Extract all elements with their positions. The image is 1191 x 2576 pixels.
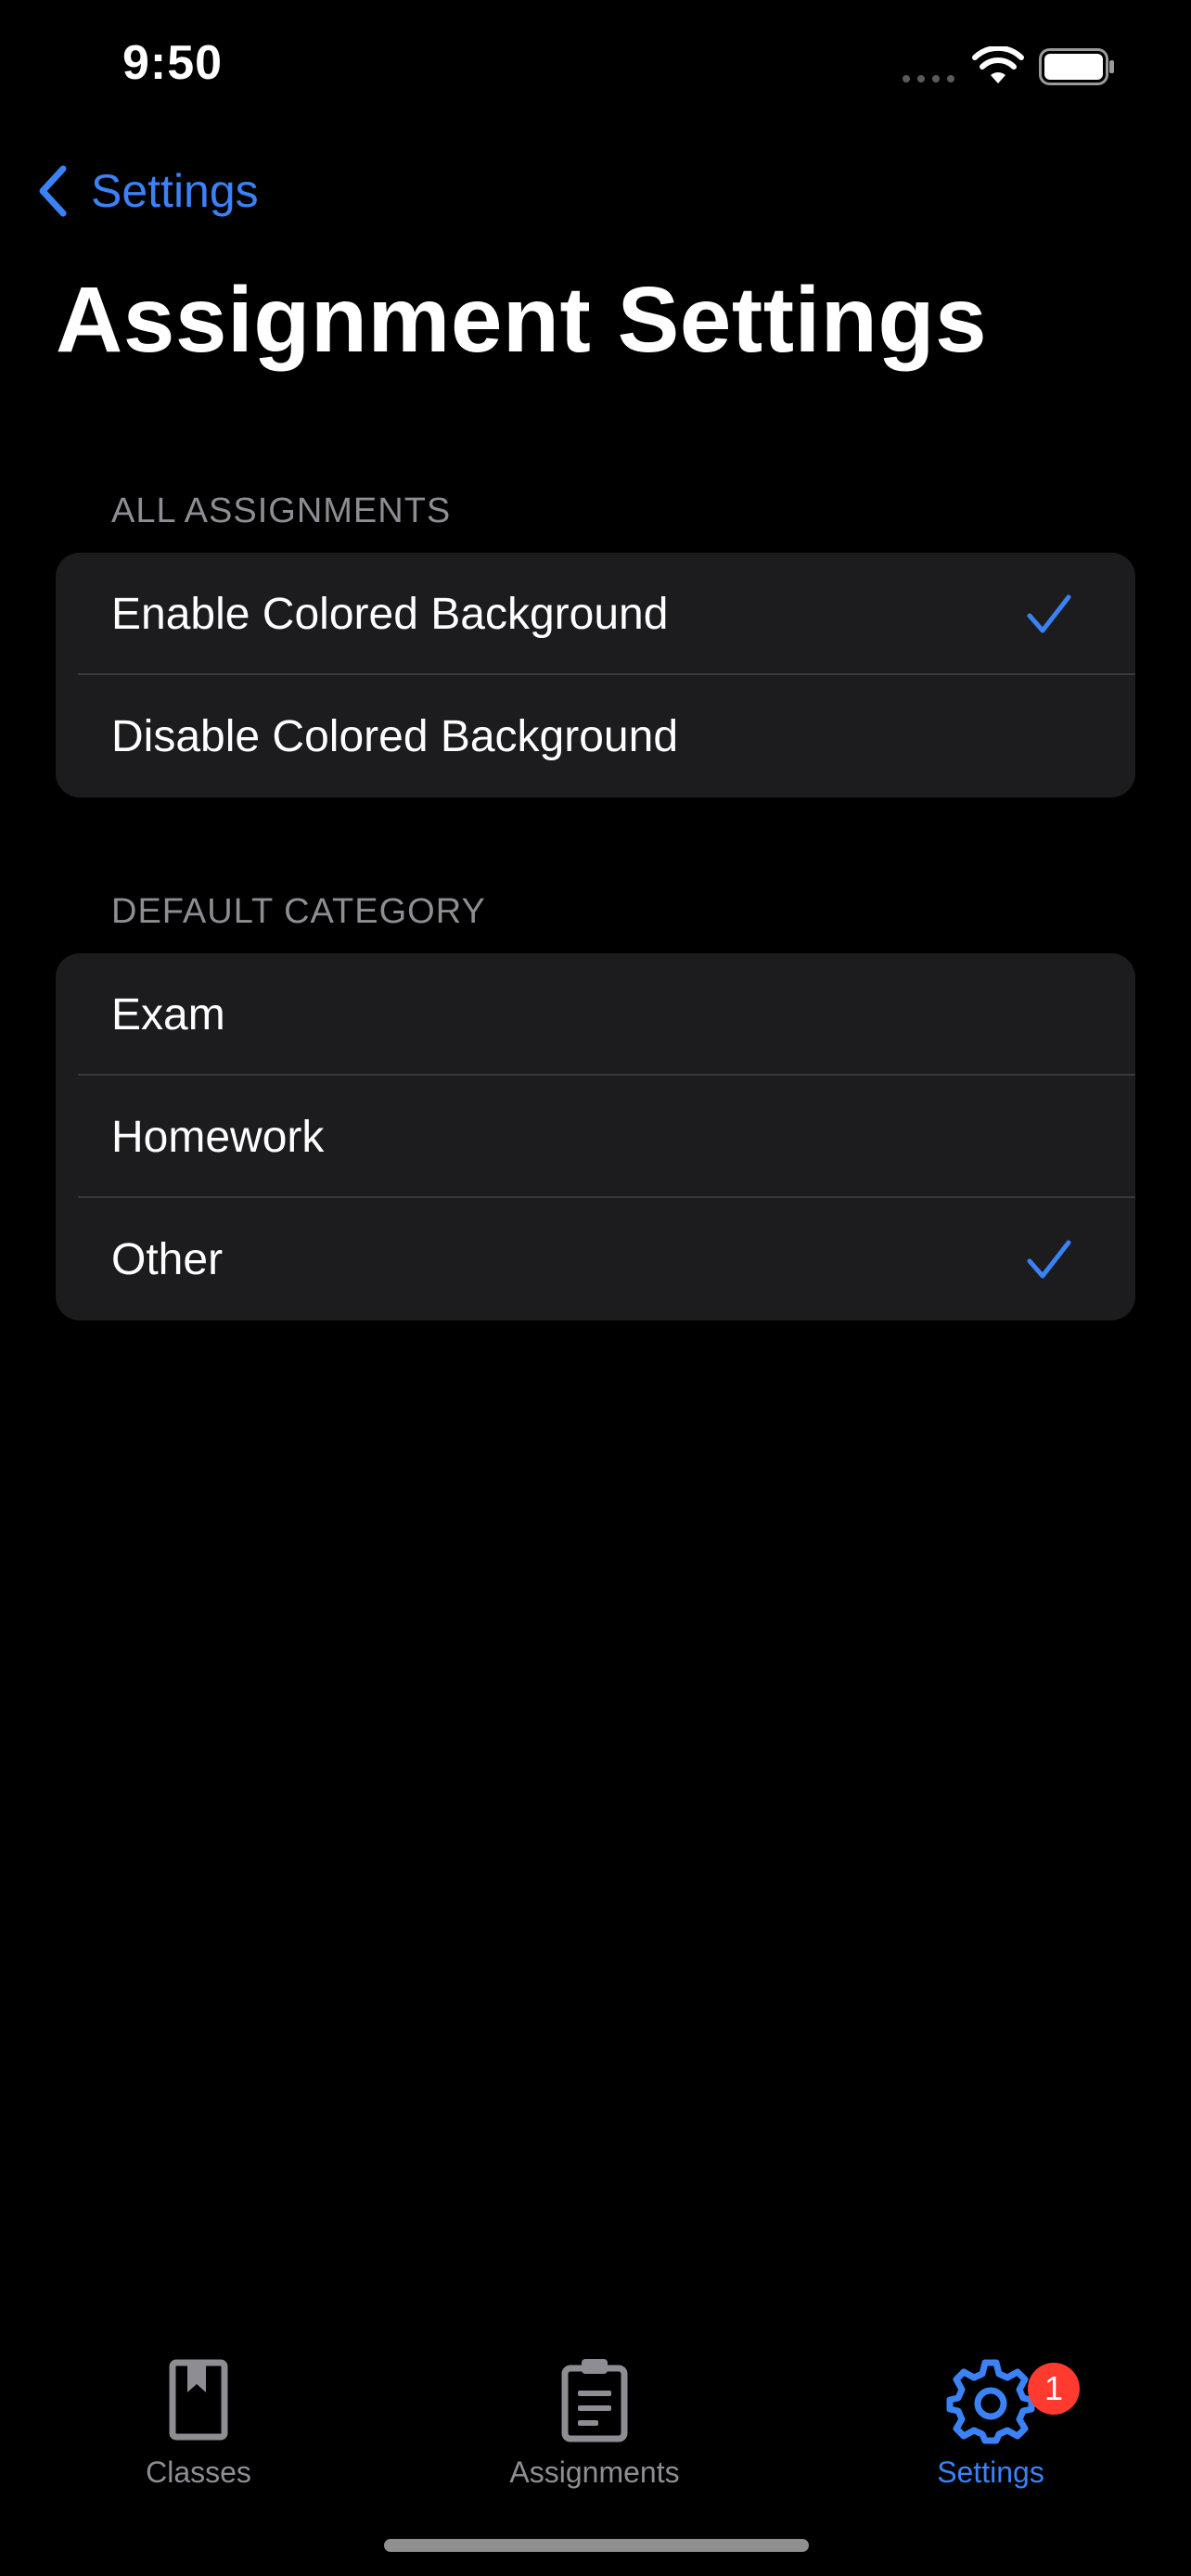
tab-bar: Classes Assignments 1 Settings xyxy=(0,2318,1191,2576)
tab-settings[interactable]: 1 Settings xyxy=(870,2355,1111,2504)
option-other[interactable]: Other xyxy=(56,1198,1135,1320)
tab-label: Classes xyxy=(146,2455,251,2489)
clipboard-icon xyxy=(561,2359,628,2442)
all-assignments-group: Enable Colored Background Disable Colore… xyxy=(56,553,1135,797)
status-time: 9:50 xyxy=(122,36,224,90)
section-header-all-assignments: ALL ASSIGNMENTS xyxy=(111,491,452,530)
tab-label: Assignments xyxy=(509,2455,680,2489)
checkmark-icon xyxy=(1027,594,1071,633)
section-header-default-category: DEFAULT CATEGORY xyxy=(111,892,486,931)
option-exam[interactable]: Exam xyxy=(56,953,1135,1076)
checkmark-icon xyxy=(1027,1240,1071,1279)
chevron-left-icon xyxy=(39,165,67,217)
option-label: Homework xyxy=(111,1112,325,1162)
option-disable-colored-background[interactable]: Disable Colored Background xyxy=(56,675,1135,797)
home-indicator[interactable] xyxy=(384,2539,809,2552)
cellular-signal-icon xyxy=(903,75,954,83)
page-title: Assignment Settings xyxy=(56,268,988,372)
option-label: Disable Colored Background xyxy=(111,711,679,761)
book-icon xyxy=(169,2359,228,2441)
back-label: Settings xyxy=(91,165,259,217)
option-label: Other xyxy=(111,1234,224,1284)
tab-assignments[interactable]: Assignments xyxy=(474,2355,715,2504)
option-label: Enable Colored Background xyxy=(111,589,669,639)
option-label: Exam xyxy=(111,989,225,1039)
option-enable-colored-background[interactable]: Enable Colored Background xyxy=(56,553,1135,675)
wifi-icon xyxy=(972,46,1024,83)
default-category-group: Exam Homework Other xyxy=(56,953,1135,1320)
notification-badge: 1 xyxy=(1028,2363,1080,2415)
tab-label: Settings xyxy=(937,2455,1044,2489)
option-homework[interactable]: Homework xyxy=(56,1076,1135,1198)
gear-icon xyxy=(946,2359,1035,2444)
status-bar: 9:50 xyxy=(0,0,1191,139)
battery-icon xyxy=(1039,48,1114,85)
back-button[interactable]: Settings xyxy=(33,158,259,224)
tab-classes[interactable]: Classes xyxy=(78,2355,319,2504)
